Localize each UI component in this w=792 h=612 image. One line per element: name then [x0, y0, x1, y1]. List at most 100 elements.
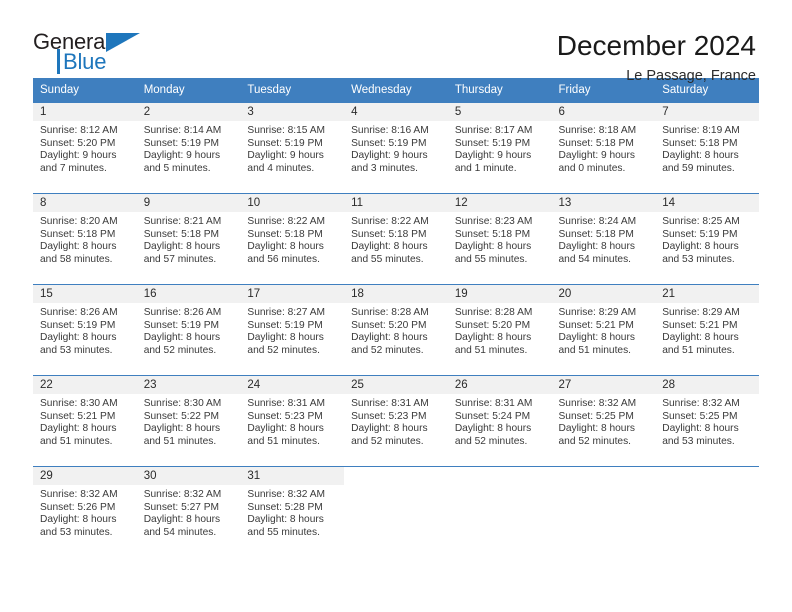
day-number: 27	[551, 376, 656, 394]
day-cell[interactable]: 8 Sunrise: 8:20 AM Sunset: 5:18 PM Daylight…	[33, 193, 137, 285]
sunset-text: Sunset: 5:28 PM	[247, 501, 323, 513]
day-number: 6	[551, 103, 656, 121]
day-cell[interactable]: 4 Sunrise: 8:16 AM Sunset: 5:19 PM Daylight…	[344, 102, 448, 194]
daylight-text-line2: and 51 minutes.	[558, 344, 632, 356]
sunrise-text: Sunrise: 8:28 AM	[351, 307, 429, 318]
sunrise-text: Sunrise: 8:31 AM	[351, 398, 429, 409]
day-cell[interactable]: 19 Sunrise: 8:28 AM Sunset: 5:20 PM Dayligh…	[447, 284, 552, 376]
sunset-text: Sunset: 5:18 PM	[247, 228, 323, 240]
daylight-text-line2: and 52 minutes.	[247, 344, 320, 356]
sunrise-text: Sunrise: 8:28 AM	[454, 307, 533, 318]
day-number: 23	[136, 376, 241, 394]
day-number: 17	[240, 285, 345, 303]
sunset-text: Sunset: 5:19 PM	[143, 137, 220, 149]
sunset-text: Sunset: 5:21 PM	[40, 410, 116, 422]
sunrise-text: Sunrise: 8:15 AM	[247, 125, 325, 136]
sunset-text: Sunset: 5:25 PM	[662, 410, 738, 422]
sunset-text: Sunset: 5:18 PM	[454, 228, 531, 240]
daylight-text-line2: and 53 minutes.	[662, 253, 735, 265]
day-cell[interactable]: 10 Sunrise: 8:22 AM Sunset: 5:18 PM Dayligh…	[240, 193, 345, 285]
day-cell[interactable]: 22 Sunrise: 8:30 AM Sunset: 5:21 PM Dayligh…	[33, 375, 137, 467]
daylight-text-line1: Daylight: 8 hours	[143, 241, 221, 253]
day-cell-empty	[655, 466, 759, 558]
sunset-text: Sunset: 5:19 PM	[662, 228, 738, 240]
day-number	[655, 467, 759, 485]
daylight-text-line2: and 59 minutes.	[662, 162, 735, 174]
general-blue-logo[interactable]: General Blue	[33, 27, 145, 75]
daylight-text-line2: and 53 minutes.	[662, 435, 735, 447]
day-number: 12	[447, 194, 552, 212]
daylight-text-line1: Daylight: 8 hours	[351, 332, 428, 344]
daylight-text-line2: and 5 minutes.	[143, 162, 211, 174]
day-cell[interactable]: 31 Sunrise: 8:32 AM Sunset: 5:28 PM Dayligh…	[240, 466, 345, 558]
day-cell[interactable]: 13 Sunrise: 8:24 AM Sunset: 5:18 PM Dayligh…	[551, 193, 656, 285]
calendar-body: 1 Sunrise: 8:12 AM Sunset: 5:20 PM Daylight…	[33, 102, 759, 558]
day-number: 19	[447, 285, 552, 303]
sunrise-text: Sunrise: 8:18 AM	[558, 125, 637, 136]
day-details: Sunrise: 8:25 AM Sunset: 5:19 PM Daylight:…	[655, 212, 759, 266]
sunset-text: Sunset: 5:19 PM	[40, 319, 116, 331]
day-cell[interactable]: 12 Sunrise: 8:23 AM Sunset: 5:18 PM Dayligh…	[447, 193, 552, 285]
month-calendar-table: Sunday Monday Tuesday Wednesday Thursday…	[33, 78, 759, 558]
daylight-text-line2: and 53 minutes.	[40, 344, 113, 356]
day-number: 7	[655, 103, 759, 121]
sunrise-text: Sunrise: 8:17 AM	[454, 125, 533, 136]
sunset-text: Sunset: 5:19 PM	[247, 137, 323, 149]
day-number: 13	[551, 194, 656, 212]
daylight-text-line2: and 56 minutes.	[247, 253, 320, 265]
day-cell[interactable]: 18 Sunrise: 8:28 AM Sunset: 5:20 PM Dayligh…	[344, 284, 448, 376]
sunset-text: Sunset: 5:18 PM	[40, 228, 116, 240]
day-cell[interactable]: 3 Sunrise: 8:15 AM Sunset: 5:19 PM Daylight…	[240, 102, 345, 194]
daylight-text-line1: Daylight: 9 hours	[247, 150, 324, 162]
day-number: 2	[136, 103, 241, 121]
day-cell[interactable]: 14 Sunrise: 8:25 AM Sunset: 5:19 PM Dayligh…	[655, 193, 759, 285]
sunrise-text: Sunrise: 8:16 AM	[351, 125, 429, 136]
day-cell[interactable]: 9 Sunrise: 8:21 AM Sunset: 5:18 PM Daylight…	[136, 193, 241, 285]
day-cell[interactable]: 11 Sunrise: 8:22 AM Sunset: 5:18 PM Dayligh…	[344, 193, 448, 285]
day-number: 30	[136, 467, 241, 485]
day-cell[interactable]: 20 Sunrise: 8:29 AM Sunset: 5:21 PM Dayligh…	[551, 284, 656, 376]
day-cell[interactable]: 27 Sunrise: 8:32 AM Sunset: 5:25 PM Dayligh…	[551, 375, 656, 467]
daylight-text-line2: and 51 minutes.	[662, 344, 735, 356]
day-cell[interactable]: 17 Sunrise: 8:27 AM Sunset: 5:19 PM Dayligh…	[240, 284, 345, 376]
day-cell[interactable]: 15 Sunrise: 8:26 AM Sunset: 5:19 PM Dayligh…	[33, 284, 137, 376]
day-cell[interactable]: 26 Sunrise: 8:31 AM Sunset: 5:24 PM Dayligh…	[447, 375, 552, 467]
sunset-text: Sunset: 5:19 PM	[143, 319, 220, 331]
daylight-text-line1: Daylight: 8 hours	[662, 150, 739, 162]
day-cell[interactable]: 30 Sunrise: 8:32 AM Sunset: 5:27 PM Dayligh…	[136, 466, 241, 558]
day-cell[interactable]: 29 Sunrise: 8:32 AM Sunset: 5:26 PM Dayligh…	[33, 466, 137, 558]
day-details: Sunrise: 8:32 AM Sunset: 5:27 PM Daylight:…	[137, 485, 241, 539]
sunrise-text: Sunrise: 8:22 AM	[351, 216, 429, 227]
day-number: 10	[240, 194, 345, 212]
day-cell[interactable]: 25 Sunrise: 8:31 AM Sunset: 5:23 PM Dayligh…	[344, 375, 448, 467]
sunset-text: Sunset: 5:18 PM	[558, 137, 634, 149]
week-row: 1 Sunrise: 8:12 AM Sunset: 5:20 PM Daylight…	[33, 102, 759, 194]
daylight-text-line1: Daylight: 8 hours	[143, 514, 221, 526]
day-cell[interactable]: 7 Sunrise: 8:19 AM Sunset: 5:18 PM Daylight…	[655, 102, 759, 194]
day-cell[interactable]: 28 Sunrise: 8:32 AM Sunset: 5:25 PM Dayligh…	[655, 375, 759, 467]
day-number: 4	[344, 103, 448, 121]
daylight-text-line1: Daylight: 9 hours	[454, 150, 532, 162]
day-cell[interactable]: 21 Sunrise: 8:29 AM Sunset: 5:21 PM Dayligh…	[655, 284, 759, 376]
sunrise-text: Sunrise: 8:30 AM	[40, 398, 118, 409]
daylight-text-line1: Daylight: 9 hours	[351, 150, 428, 162]
day-cell[interactable]: 1 Sunrise: 8:12 AM Sunset: 5:20 PM Daylight…	[33, 102, 137, 194]
daylight-text-line2: and 54 minutes.	[558, 253, 632, 265]
daylight-text-line1: Daylight: 8 hours	[558, 332, 635, 344]
daylight-text-line2: and 53 minutes.	[40, 526, 113, 538]
day-cell[interactable]: 16 Sunrise: 8:26 AM Sunset: 5:19 PM Dayligh…	[136, 284, 241, 376]
daylight-text-line1: Daylight: 8 hours	[40, 514, 117, 526]
day-cell[interactable]: 6 Sunrise: 8:18 AM Sunset: 5:18 PM Daylight…	[551, 102, 656, 194]
sunrise-text: Sunrise: 8:29 AM	[662, 307, 740, 318]
sunset-text: Sunset: 5:20 PM	[40, 137, 116, 149]
daylight-text-line1: Daylight: 8 hours	[247, 332, 324, 344]
day-details: Sunrise: 8:19 AM Sunset: 5:18 PM Daylight:…	[655, 121, 759, 175]
daylight-text-line1: Daylight: 8 hours	[143, 423, 221, 435]
day-details: Sunrise: 8:28 AM Sunset: 5:20 PM Daylight:…	[344, 303, 448, 357]
day-cell[interactable]: 2 Sunrise: 8:14 AM Sunset: 5:19 PM Daylight…	[136, 102, 241, 194]
day-cell[interactable]: 23 Sunrise: 8:30 AM Sunset: 5:22 PM Dayligh…	[136, 375, 241, 467]
daylight-text-line2: and 52 minutes.	[558, 435, 632, 447]
sunset-text: Sunset: 5:18 PM	[662, 137, 738, 149]
day-cell[interactable]: 5 Sunrise: 8:17 AM Sunset: 5:19 PM Daylight…	[447, 102, 552, 194]
day-cell[interactable]: 24 Sunrise: 8:31 AM Sunset: 5:23 PM Dayligh…	[240, 375, 345, 467]
